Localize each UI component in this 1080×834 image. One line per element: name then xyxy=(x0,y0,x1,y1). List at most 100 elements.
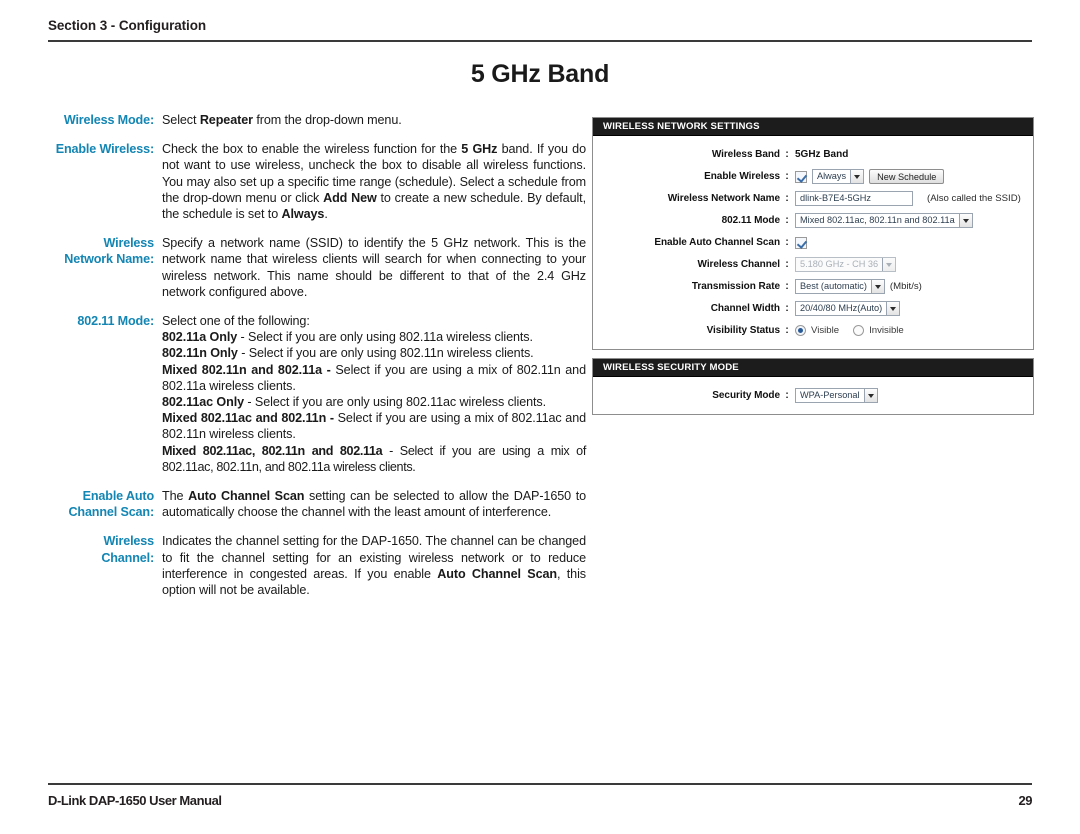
page-title: 5 GHz Band xyxy=(470,60,610,88)
dropdown[interactable]: Mixed 802.11ac, 802.11n and 802.11a xyxy=(795,213,973,228)
dropdown[interactable]: Best (automatic) xyxy=(795,279,885,294)
dropdown-value: WPA-Personal xyxy=(800,390,860,400)
form-row: Channel Width: 20/40/80 MHz(Auto) xyxy=(593,299,1025,318)
header-divider xyxy=(48,40,1032,42)
form-label: Enable Auto Channel Scan xyxy=(654,237,780,248)
definition-text: Select Repeater from the drop-down menu. xyxy=(162,113,402,127)
wireless-network-settings-card: WIRELESS NETWORK SETTINGS Wireless Band:… xyxy=(592,117,1034,350)
dropdown-value: 20/40/80 MHz(Auto) xyxy=(800,303,883,313)
definition-row: Enable Wireless: Check the box to enable … xyxy=(34,141,586,222)
definition-text: The Auto Channel Scan setting can be sel… xyxy=(162,489,586,520)
radio-visible[interactable] xyxy=(795,325,806,336)
label-colon: : xyxy=(785,303,789,314)
radio-label: Invisible xyxy=(869,325,904,336)
form-label: Wireless Channel xyxy=(697,259,781,270)
router-ui-screenshot: WIRELESS NETWORK SETTINGS Wireless Band:… xyxy=(592,117,1034,423)
form-label: Security Mode xyxy=(712,390,780,401)
label-colon: : xyxy=(785,390,789,401)
form-row: Wireless Channel: 5.180 GHz - CH 36 xyxy=(593,255,1025,274)
form-row: Visibility Status: Visible Invisible xyxy=(593,321,1025,340)
form-row: Wireless Network Name: dlink-B7E4-5GHz (Al… xyxy=(593,189,1025,208)
form-control: Visible Invisible xyxy=(791,325,1025,336)
radio-invisible[interactable] xyxy=(853,325,865,336)
wireless-network-settings-title: WIRELESS NETWORK SETTINGS xyxy=(593,118,1033,136)
form-control: dlink-B7E4-5GHz (Also called the SSID) xyxy=(791,191,1025,206)
form-label: Wireless Network Name xyxy=(667,193,780,204)
checkbox[interactable] xyxy=(795,170,807,183)
wireless-security-mode-fields: Security Mode: WPA-Personal xyxy=(593,377,1033,414)
chevron-down-icon xyxy=(882,258,896,271)
label-colon: : xyxy=(785,281,789,292)
form-row: Enable Wireless: Always New Schedule xyxy=(593,167,1025,186)
definition-row: Enable Auto Channel Scan: The Auto Channel… xyxy=(34,488,586,520)
dropdown-value: Best (automatic) xyxy=(800,281,867,291)
form-label: 802.11 Mode xyxy=(721,215,780,226)
label-colon: : xyxy=(785,149,789,160)
definition-text: Indicates the channel setting for the DA… xyxy=(162,534,586,598)
form-row: Security Mode: WPA-Personal xyxy=(593,386,1025,405)
form-row: Enable Auto Channel Scan: xyxy=(593,233,1025,252)
dropdown[interactable]: WPA-Personal xyxy=(795,388,878,403)
field-note: (Also called the SSID) xyxy=(927,193,1021,204)
definition-term: 802.11 Mode: xyxy=(77,314,154,329)
wireless-security-mode-title: WIRELESS SECURITY MODE xyxy=(593,359,1033,377)
field-note: (Mbit/s) xyxy=(889,281,922,292)
chevron-down-icon xyxy=(886,302,900,315)
definition-term: Wireless Mode: xyxy=(63,113,154,127)
form-control: Best (automatic) (Mbit/s) xyxy=(791,279,1025,294)
wireless-network-settings-fields: Wireless Band:5GHz Band Enable Wireless: A… xyxy=(593,136,1033,349)
form-control: 5.180 GHz - CH 36 xyxy=(791,257,1025,272)
form-label: Wireless Band xyxy=(711,149,780,160)
definition-term: Wireless Channel: xyxy=(101,534,154,565)
label-colon: : xyxy=(785,237,789,248)
manual-title: D-Link DAP-1650 User Manual xyxy=(48,793,222,808)
definition-row: Wireless Network Name: Specify a network n… xyxy=(34,235,586,300)
definition-text: Select one of the following: 802.11a Only… xyxy=(162,314,586,474)
form-control: WPA-Personal xyxy=(791,388,1025,403)
dropdown[interactable]: 20/40/80 MHz(Auto) xyxy=(795,301,901,316)
form-label: Transmission Rate xyxy=(691,281,780,292)
form-control: 5GHz Band xyxy=(791,149,1025,160)
form-row: Transmission Rate: Best (automatic) (Mbit/… xyxy=(593,277,1025,296)
definition-text: Specify a network name (SSID) to identif… xyxy=(162,236,586,299)
definition-text: Check the box to enable the wireless fun… xyxy=(162,142,586,222)
form-row: Wireless Band:5GHz Band xyxy=(593,145,1025,164)
definition-row: Wireless Mode: Select Repeater from the d… xyxy=(34,112,586,128)
definition-term: Enable Auto Channel Scan: xyxy=(68,489,154,520)
form-row: 802.11 Mode: Mixed 802.11ac, 802.11n and … xyxy=(593,211,1025,230)
label-colon: : xyxy=(785,171,789,182)
form-label: Channel Width xyxy=(710,303,780,314)
radio-label: Visible xyxy=(811,325,840,336)
page-footer: D-Link DAP-1650 User Manual 29 xyxy=(48,783,1032,808)
wireless-security-mode-card: WIRELESS SECURITY MODE Security Mode: WPA… xyxy=(592,358,1034,415)
form-control xyxy=(791,236,1025,249)
form-control: 20/40/80 MHz(Auto) xyxy=(791,301,1025,316)
checkbox[interactable] xyxy=(795,236,807,249)
dropdown[interactable]: Always xyxy=(812,169,865,184)
form-control: Mixed 802.11ac, 802.11n and 802.11a xyxy=(791,213,1025,228)
page-header: Section 3 - Configuration xyxy=(48,18,1032,42)
new-schedule-button[interactable]: New Schedule xyxy=(869,169,945,184)
manual-page: Section 3 - Configuration 5 GHz Band Wir… xyxy=(0,0,1080,834)
footer-divider xyxy=(48,783,1032,785)
text-input[interactable]: dlink-B7E4-5GHz xyxy=(795,191,913,206)
chevron-down-icon xyxy=(850,170,864,183)
static-value: 5GHz Band xyxy=(795,149,849,160)
form-label: Visibility Status xyxy=(706,325,780,336)
form-label: Enable Wireless xyxy=(704,171,780,182)
label-colon: : xyxy=(785,193,789,204)
definition-list: Wireless Mode: Select Repeater from the d… xyxy=(34,112,587,611)
dropdown: 5.180 GHz - CH 36 xyxy=(795,257,897,272)
dropdown-value: 5.180 GHz - CH 36 xyxy=(800,259,879,269)
definition-term: Enable Wireless: xyxy=(55,142,154,157)
dropdown-value: Always xyxy=(817,171,847,181)
section-title: Section 3 - Configuration xyxy=(48,18,206,33)
chevron-down-icon xyxy=(870,280,884,293)
label-colon: : xyxy=(785,259,789,270)
chevron-down-icon xyxy=(958,214,972,227)
form-control: Always New Schedule xyxy=(791,169,1025,184)
label-colon: : xyxy=(785,215,789,226)
definition-term: Wireless Network Name: xyxy=(64,236,154,267)
definition-row: Wireless Channel: Indicates the channel se… xyxy=(34,533,586,598)
page-number: 29 xyxy=(1018,793,1032,808)
